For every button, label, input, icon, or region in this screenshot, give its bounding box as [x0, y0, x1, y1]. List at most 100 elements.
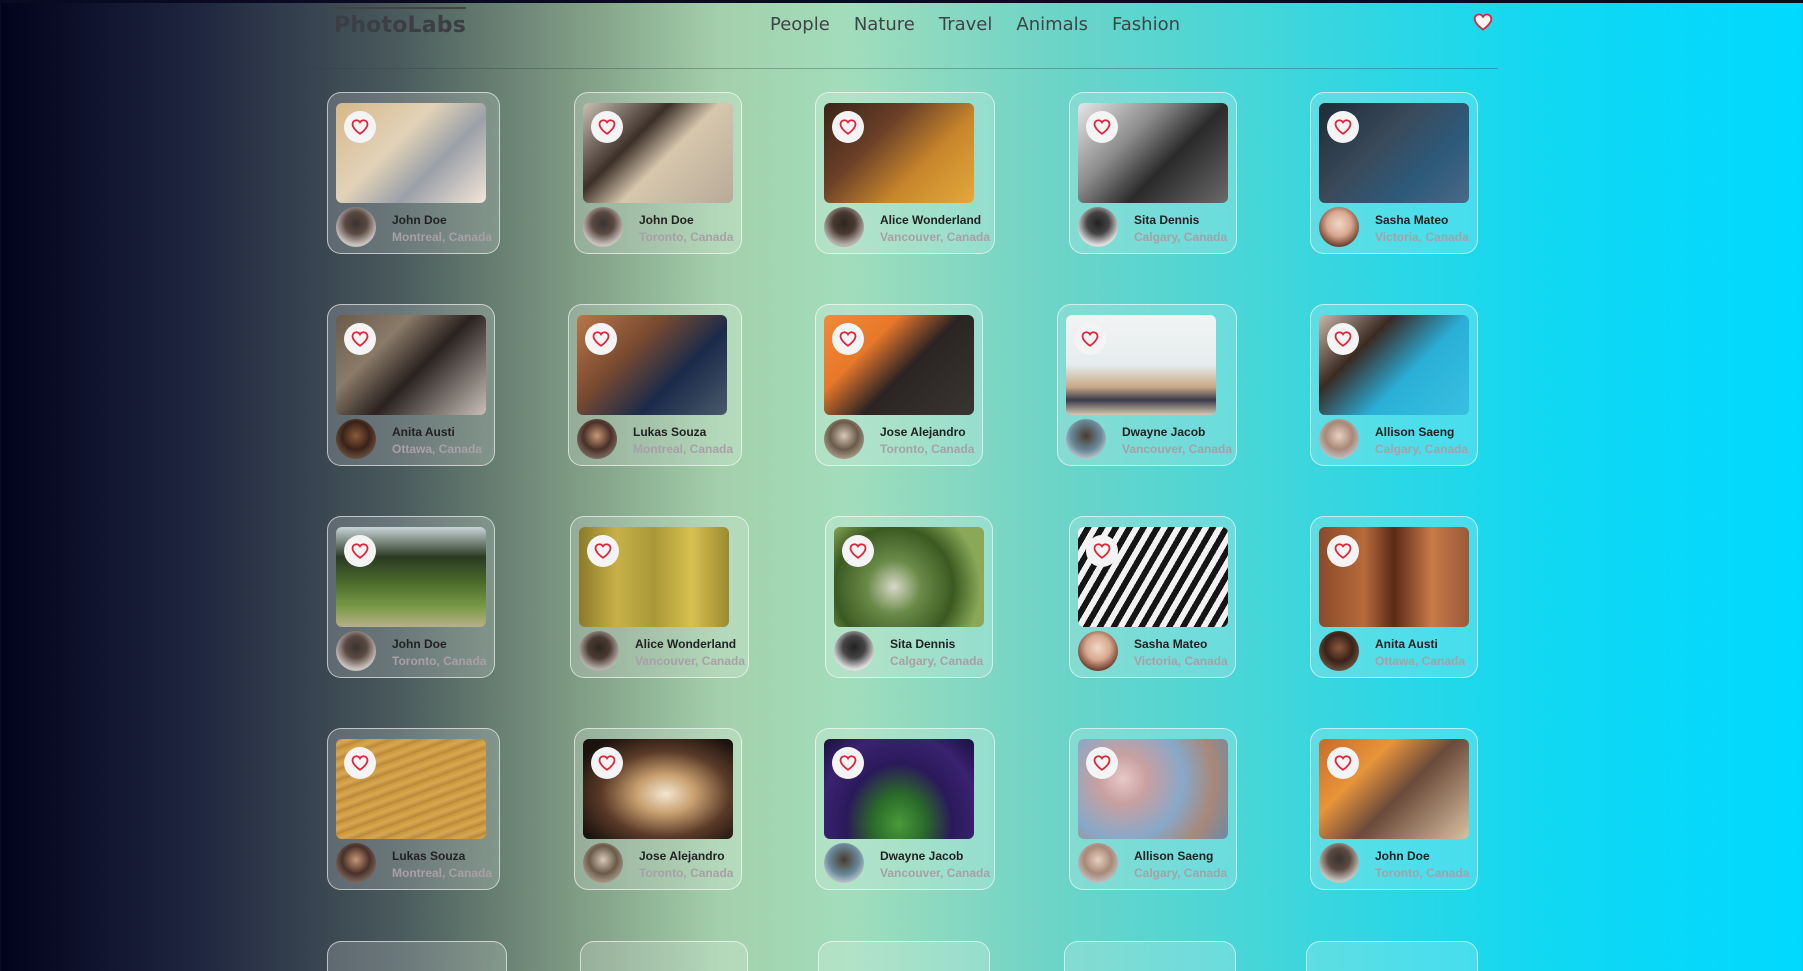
avatar: [1078, 631, 1118, 671]
topic-people[interactable]: People: [770, 12, 830, 38]
heart-icon[interactable]: [585, 323, 617, 355]
photo-card: Anita Austi Ottawa, Canada: [327, 304, 495, 466]
photo-card: Allison Saeng Calgary, Canada: [1069, 728, 1237, 890]
photo-card: Dwayne Jacob Vancouver, Canada: [815, 728, 995, 890]
heart-icon[interactable]: [591, 111, 623, 143]
avatar: [336, 843, 376, 883]
heart-icon[interactable]: [1074, 323, 1106, 355]
heart-icon[interactable]: [1327, 747, 1359, 779]
app-logo[interactable]: PhotoLabs: [334, 7, 467, 40]
photo-card: Lukas Souza Montreal, Canada: [327, 728, 500, 890]
photo-card: Allison Saeng Calgary, Canada: [1310, 304, 1478, 466]
photographer-location: Victoria, Canada: [1375, 230, 1469, 244]
photographer-name: Sita Dennis: [1134, 213, 1200, 227]
avatar: [583, 207, 623, 247]
photo-card: Sasha Mateo Victoria, Canada: [1310, 92, 1478, 254]
photographer-name: Lukas Souza: [392, 849, 466, 863]
avatar: [579, 631, 619, 671]
avatar: [336, 419, 376, 459]
heart-icon[interactable]: [1327, 535, 1359, 567]
photographer-location: Victoria, Canada: [1134, 654, 1228, 668]
avatar: [1319, 419, 1359, 459]
photo-card: John Doe Toronto, Canada: [327, 516, 495, 678]
heart-icon[interactable]: [344, 747, 376, 779]
photographer-location: Calgary, Canada: [1134, 866, 1228, 880]
topic-list: People Nature Travel Animals Fashion: [770, 12, 1180, 38]
photographer-name: Alice Wonderland: [635, 637, 737, 651]
heart-icon[interactable]: [1086, 535, 1118, 567]
heart-icon[interactable]: [832, 111, 864, 143]
photographer-location: Vancouver, Canada: [1122, 442, 1233, 456]
photographer-location: Calgary, Canada: [1134, 230, 1228, 244]
heart-icon[interactable]: [591, 747, 623, 779]
photographer-location: Montreal, Canada: [633, 442, 734, 456]
heart-icon[interactable]: [587, 535, 619, 567]
photographer-location: Toronto, Canada: [392, 654, 487, 668]
heart-icon[interactable]: [832, 323, 864, 355]
photographer-name: Dwayne Jacob: [880, 849, 964, 863]
avatar: [824, 419, 864, 459]
avatar: [583, 843, 623, 883]
heart-icon[interactable]: [344, 111, 376, 143]
photographer-location: Toronto, Canada: [639, 230, 734, 244]
photographer-location: Toronto, Canada: [639, 866, 734, 880]
avatar: [1319, 631, 1359, 671]
photo-card: Sita Dennis Calgary, Canada: [1069, 92, 1237, 254]
photographer-name: Sita Dennis: [890, 637, 956, 651]
photographer-name: Allison Saeng: [1375, 425, 1455, 439]
avatar: [824, 843, 864, 883]
photographer-name: Lukas Souza: [633, 425, 707, 439]
photographer-name: Jose Alejandro: [880, 425, 966, 439]
photo-card: Sita Dennis Calgary, Canada: [825, 516, 993, 678]
heart-icon[interactable]: [842, 535, 874, 567]
heart-icon[interactable]: [1327, 111, 1359, 143]
avatar: [824, 207, 864, 247]
topic-fashion[interactable]: Fashion: [1112, 12, 1180, 38]
photographer-location: Calgary, Canada: [890, 654, 984, 668]
photographer-location: Ottawa, Canada: [1375, 654, 1466, 668]
topic-animals[interactable]: Animals: [1016, 12, 1088, 38]
avatar: [577, 419, 617, 459]
photographer-name: Sasha Mateo: [1375, 213, 1449, 227]
topic-travel[interactable]: Travel: [939, 12, 993, 38]
photographer-location: Vancouver, Canada: [880, 230, 991, 244]
photographer-name: John Doe: [1375, 849, 1430, 863]
avatar: [1319, 207, 1359, 247]
heart-icon[interactable]: [344, 323, 376, 355]
photographer-name: Alice Wonderland: [880, 213, 982, 227]
heart-icon[interactable]: [1086, 111, 1118, 143]
photo-card-partial[interactable]: [818, 941, 990, 971]
photo-card: Alice Wonderland Vancouver, Canada: [570, 516, 749, 678]
heart-icon[interactable]: [344, 535, 376, 567]
photographer-location: Calgary, Canada: [1375, 442, 1469, 456]
photographer-name: Sasha Mateo: [1134, 637, 1208, 651]
avatar: [1078, 207, 1118, 247]
photo-card-partial[interactable]: [327, 941, 507, 971]
heart-icon[interactable]: [832, 747, 864, 779]
photo-card: John Doe Toronto, Canada: [574, 92, 742, 254]
photo-card: Jose Alejandro Toronto, Canada: [815, 304, 983, 466]
avatar: [834, 631, 874, 671]
photographer-name: Allison Saeng: [1134, 849, 1214, 863]
photo-card-partial[interactable]: [580, 941, 748, 971]
photographer-location: Montreal, Canada: [392, 230, 493, 244]
photo-card: John Doe Toronto, Canada: [1310, 728, 1478, 890]
photographer-location: Toronto, Canada: [880, 442, 975, 456]
photographer-name: Anita Austi: [392, 425, 455, 439]
photographer-name: John Doe: [392, 637, 447, 651]
photographer-name: Dwayne Jacob: [1122, 425, 1206, 439]
avatar: [1319, 843, 1359, 883]
avatar: [336, 207, 376, 247]
topic-nature[interactable]: Nature: [854, 12, 915, 38]
favourites-heart-icon[interactable]: [1473, 12, 1493, 32]
heart-icon[interactable]: [1086, 747, 1118, 779]
photographer-location: Vancouver, Canada: [635, 654, 746, 668]
photo-card-partial[interactable]: [1064, 941, 1236, 971]
avatar: [1078, 843, 1118, 883]
heart-icon[interactable]: [1327, 323, 1359, 355]
photo-card: Sasha Mateo Victoria, Canada: [1069, 516, 1236, 678]
photo-card: Dwayne Jacob Vancouver, Canada: [1057, 304, 1237, 466]
photo-card-partial[interactable]: [1306, 941, 1478, 971]
photo-card: Alice Wonderland Vancouver, Canada: [815, 92, 995, 254]
photo-card: John Doe Montreal, Canada: [327, 92, 500, 254]
